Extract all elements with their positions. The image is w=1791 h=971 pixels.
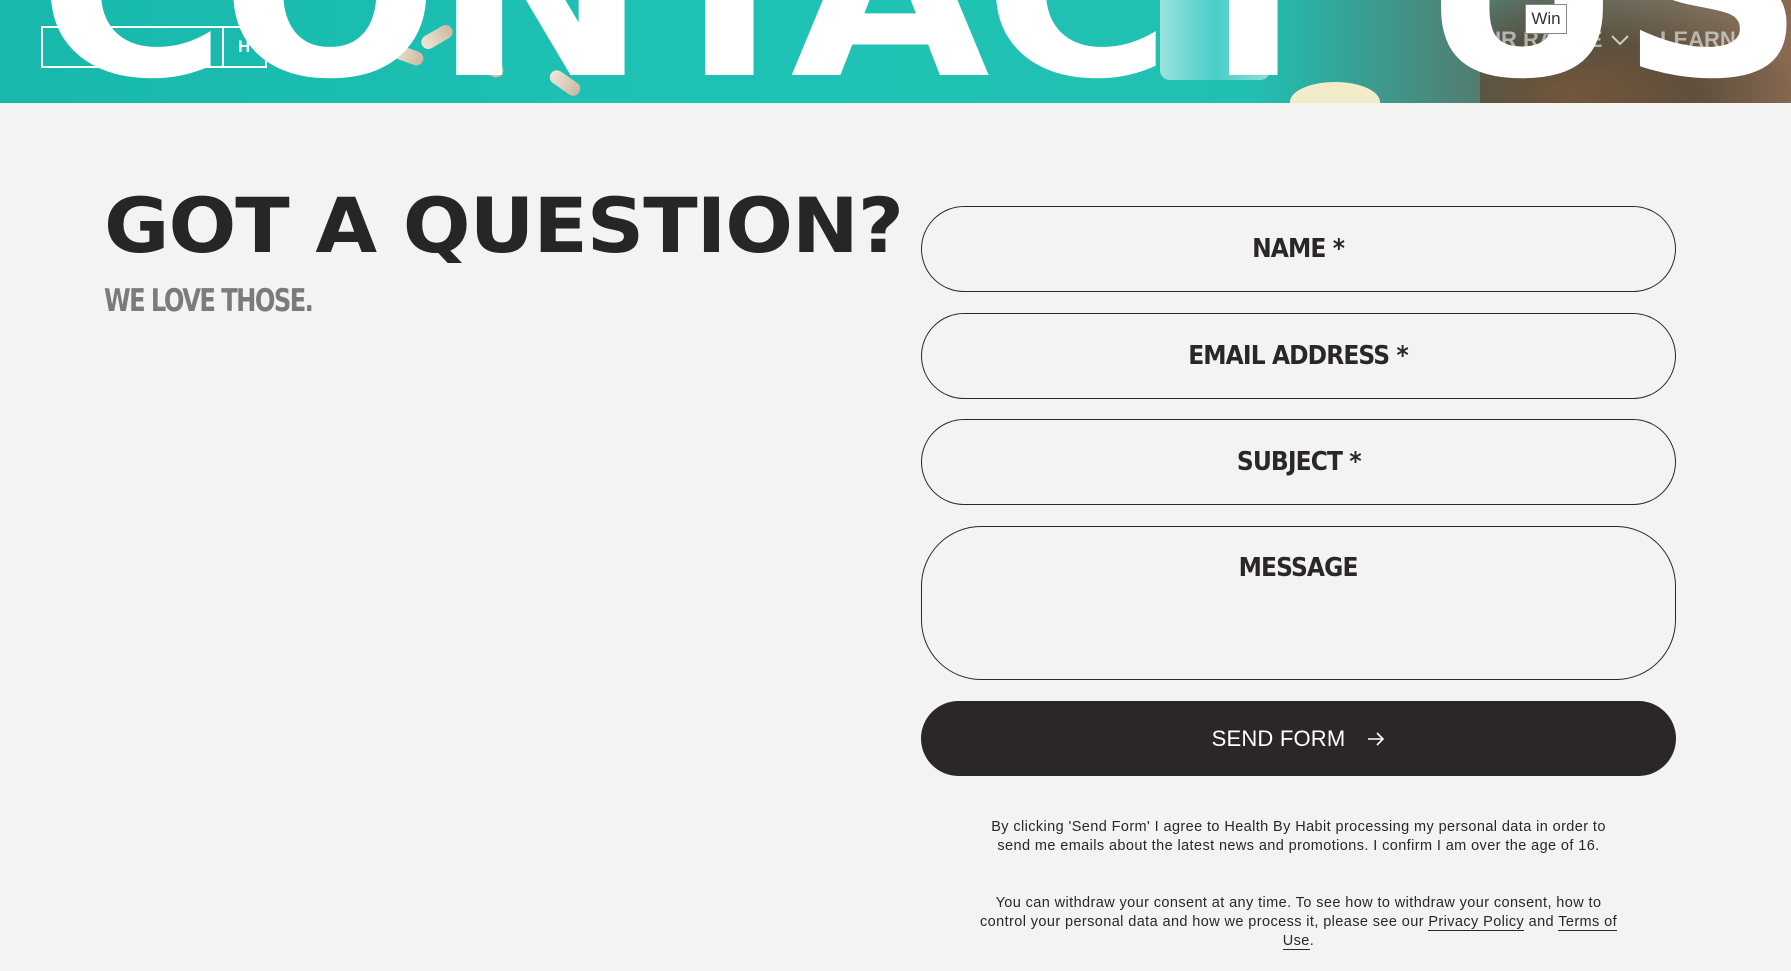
subject-placeholder: SUBJECT * xyxy=(1236,447,1362,477)
consent-paragraph-2: You can withdraw your consent at any tim… xyxy=(980,894,1617,951)
email-placeholder: EMAIL ADDRESS * xyxy=(1188,341,1410,371)
subject-field[interactable]: SUBJECT * xyxy=(921,419,1676,505)
consent-period: . xyxy=(1309,933,1315,949)
message-placeholder: MESSAGE xyxy=(1239,553,1359,583)
send-form-label: SEND FORM xyxy=(1211,725,1346,751)
privacy-policy-link[interactable]: Privacy Policy xyxy=(1428,914,1525,931)
arrow-right-icon xyxy=(1368,731,1385,746)
consent-and: and xyxy=(1524,914,1559,930)
hero-banner: CONTACT US H OUR RANGE LEARN xyxy=(0,0,1791,103)
site-logo[interactable]: H xyxy=(41,26,267,68)
logo-letter: H xyxy=(238,37,251,56)
consent-paragraph-1: By clicking 'Send Form' I agree to Healt… xyxy=(991,819,1606,854)
name-placeholder: NAME * xyxy=(1252,234,1346,264)
chevron-down-icon xyxy=(1745,35,1763,46)
nav-learn[interactable]: LEARN xyxy=(1660,26,1764,54)
chevron-down-icon xyxy=(1611,35,1630,46)
name-field[interactable]: NAME * xyxy=(921,206,1676,292)
send-form-button[interactable]: SEND FORM xyxy=(921,701,1676,776)
logo-left-block xyxy=(43,28,224,66)
win-badge[interactable]: Win xyxy=(1525,4,1567,34)
email-field[interactable]: EMAIL ADDRESS * xyxy=(921,313,1676,399)
message-field[interactable]: MESSAGE xyxy=(921,526,1676,680)
page-subline: WE LOVE THOSE. xyxy=(104,283,314,319)
page-headline: GOT A QUESTION? xyxy=(104,181,904,270)
nav-learn-label: LEARN xyxy=(1660,27,1736,52)
